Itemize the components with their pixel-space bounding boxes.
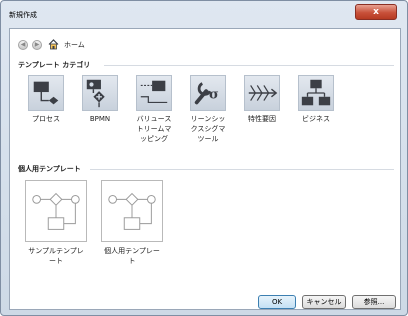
ok-button[interactable]: OK bbox=[258, 295, 296, 309]
category-tile-bpmn[interactable]: BPMN bbox=[78, 75, 122, 124]
new-document-dialog: 新規作成 x ◀ ▶ ホーム テンプレート カテゴリ プロセス BPMN バリュ… bbox=[0, 0, 408, 316]
close-button[interactable]: x bbox=[355, 4, 397, 20]
lean-six-sigma-icon: σ bbox=[190, 75, 226, 111]
svg-text:σ: σ bbox=[209, 88, 219, 103]
category-tile-business[interactable]: ビジネス bbox=[294, 75, 338, 124]
template-label: 個人用テンプレー ト bbox=[104, 247, 160, 265]
home-icon[interactable] bbox=[48, 39, 59, 50]
diagram-template-icon bbox=[25, 180, 87, 242]
category-tile-lean-six-sigma[interactable]: σ リーンシッ クスシグマ ツール bbox=[186, 75, 230, 144]
category-tile-cause-effect[interactable]: 特性要因 bbox=[240, 75, 284, 124]
personal-template-sample[interactable]: サンプルテンプレ ート bbox=[20, 180, 92, 266]
back-icon[interactable]: ◀ bbox=[18, 40, 28, 50]
category-label: BPMN bbox=[89, 115, 111, 123]
diagram-template-icon bbox=[101, 180, 163, 242]
forward-icon[interactable]: ▶ bbox=[32, 40, 42, 50]
bpmn-icon bbox=[82, 75, 118, 111]
personal-template-user[interactable]: 個人用テンプレー ト bbox=[96, 180, 168, 266]
category-label: ビジネス bbox=[302, 115, 330, 123]
category-label: リーンシッ クスシグマ ツール bbox=[190, 115, 226, 143]
personal-templates-heading: 個人用テンプレート bbox=[18, 165, 81, 173]
category-label: プロセス bbox=[32, 115, 60, 123]
section-divider bbox=[90, 169, 394, 170]
category-tile-process[interactable]: プロセス bbox=[24, 75, 68, 124]
breadcrumb-home[interactable]: ホーム bbox=[64, 40, 85, 50]
category-label: バリュース トリームマ ッピング bbox=[136, 115, 172, 143]
template-label: サンプルテンプレ ート bbox=[28, 247, 84, 265]
section-divider bbox=[104, 65, 394, 66]
category-tile-value-stream[interactable]: バリュース トリームマ ッピング bbox=[132, 75, 176, 144]
title-bar: 新規作成 x bbox=[1, 1, 407, 27]
process-flow-icon bbox=[28, 75, 64, 111]
browse-button[interactable]: 参照... bbox=[352, 295, 396, 309]
category-label: 特性要因 bbox=[248, 115, 276, 123]
template-category-heading: テンプレート カテゴリ bbox=[18, 61, 91, 69]
dialog-content: ◀ ▶ ホーム テンプレート カテゴリ プロセス BPMN バリュース トリーム… bbox=[9, 28, 401, 310]
value-stream-mapping-icon bbox=[136, 75, 172, 111]
fishbone-icon bbox=[244, 75, 280, 111]
org-chart-icon bbox=[298, 75, 334, 111]
cancel-button[interactable]: キャンセル bbox=[302, 295, 346, 309]
dialog-title: 新規作成 bbox=[9, 11, 37, 19]
